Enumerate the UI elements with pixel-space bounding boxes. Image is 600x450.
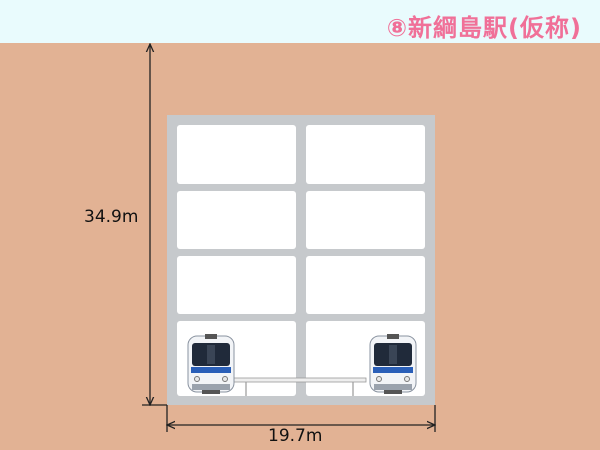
height-label: 34.9m: [84, 207, 139, 227]
train-icon-left: [187, 334, 235, 394]
width-label: 19.7m: [268, 426, 323, 446]
train-icon-right: [369, 334, 417, 394]
height-dimension: [142, 44, 167, 405]
